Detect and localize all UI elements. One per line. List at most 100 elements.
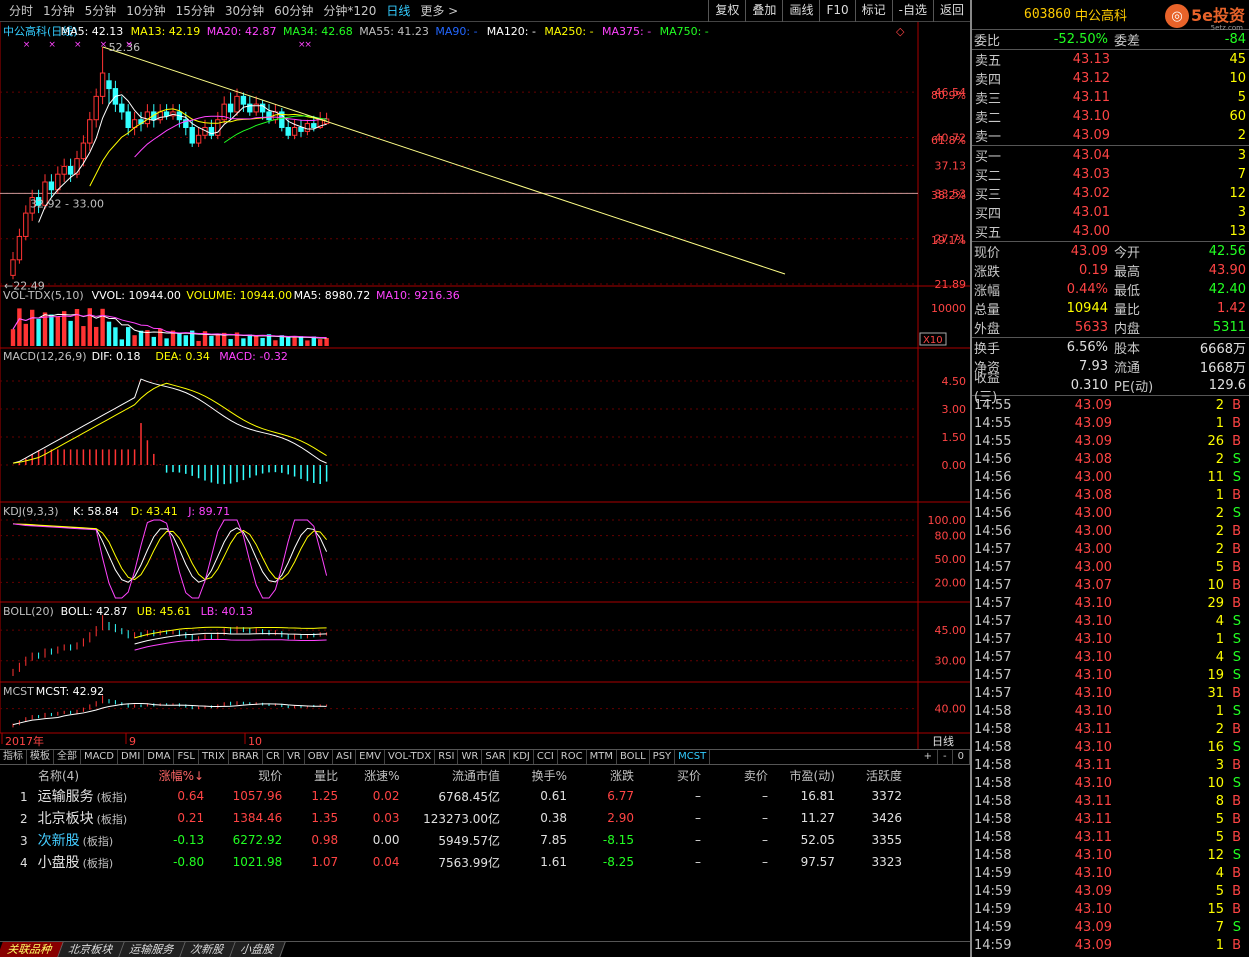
indicator-tab-12[interactable]: ASI — [333, 750, 357, 764]
indicator-tab-17[interactable]: SAR — [482, 750, 510, 764]
tool-button-1[interactable]: 叠加 — [745, 0, 782, 22]
tab-control-0[interactable]: + — [919, 750, 939, 764]
candle-body[interactable] — [93, 95, 99, 121]
candle-body[interactable] — [16, 235, 23, 261]
ask-row-3[interactable]: 卖二 43.10 60 — [972, 107, 1249, 126]
candle-body[interactable] — [163, 111, 170, 117]
candle-body[interactable] — [23, 212, 29, 237]
column-header-5[interactable]: 流通市值 — [408, 765, 508, 785]
candle-body[interactable] — [106, 80, 112, 90]
indicator-tab-4[interactable]: DMI — [118, 750, 145, 764]
indicator-tab-7[interactable]: TRIX — [199, 750, 229, 764]
tool-button-6[interactable]: 返回 — [932, 0, 970, 22]
candle-body[interactable] — [10, 259, 16, 276]
indicator-tab-10[interactable]: VR — [284, 750, 305, 764]
indicator-tab-6[interactable]: FSL — [174, 750, 199, 764]
candle-body[interactable] — [67, 165, 74, 175]
period-0[interactable]: 分时 — [4, 0, 38, 22]
column-header-6[interactable]: 换手% — [508, 765, 575, 785]
candle-body[interactable] — [119, 103, 125, 113]
candle-body[interactable] — [99, 72, 106, 97]
column-header-10[interactable]: 市盈(动) — [776, 765, 843, 785]
bid-row-3[interactable]: 买四 43.01 3 — [972, 203, 1249, 222]
candle-body[interactable] — [61, 165, 67, 175]
table-row[interactable]: 4 小盘股 (板指) -0.80 1021.98 1.07 0.04 7563.99亿 1.61… — [0, 851, 910, 873]
candle-body[interactable] — [87, 119, 93, 144]
candle-body[interactable] — [125, 111, 131, 128]
bid-row-1[interactable]: 买二 43.03 7 — [972, 165, 1249, 184]
indicator-tab-14[interactable]: VOL-TDX — [385, 750, 436, 764]
candle-body[interactable] — [298, 126, 304, 132]
bid-row-0[interactable]: 买一 43.04 3 — [972, 146, 1249, 165]
candle-body[interactable] — [189, 126, 195, 144]
bottom-tab-0[interactable]: 关联品种 — [0, 942, 64, 957]
period-6[interactable]: 60分钟 — [269, 0, 318, 22]
candle-body[interactable] — [291, 126, 298, 136]
candle-body[interactable] — [311, 123, 317, 128]
period-5[interactable]: 30分钟 — [220, 0, 269, 22]
bid-row-2[interactable]: 买三 43.02 12 — [972, 184, 1249, 203]
indicator-tab-19[interactable]: CCI — [534, 750, 558, 764]
table-row[interactable]: 3 次新股 (板指) -0.13 6272.92 0.98 0.00 5949.57亿 7.85… — [0, 829, 910, 851]
period-8[interactable]: 日线 — [381, 0, 415, 22]
period-9[interactable]: 更多 > — [415, 0, 463, 22]
column-header-2[interactable]: 现价 — [212, 765, 290, 785]
candle-body[interactable] — [144, 111, 151, 125]
indicator-tab-13[interactable]: EMV — [356, 750, 385, 764]
kline-chart[interactable]: 中公高科(日线)MA5: 42.13 MA13: 42.19 MA20: 42.87… — [0, 22, 970, 749]
ask-row-0[interactable]: 卖五 43.13 45 — [972, 50, 1249, 69]
column-header-9[interactable]: 卖价 — [709, 765, 776, 785]
indicator-tab-2[interactable]: 全部 — [54, 750, 81, 764]
candle-body[interactable] — [234, 95, 240, 113]
table-row[interactable]: 1 运输服务 (板指) 0.64 1057.96 1.25 0.02 6768.45亿 0.61… — [0, 785, 910, 807]
candle-body[interactable] — [80, 142, 87, 160]
column-header-7[interactable]: 涨跌 — [575, 765, 642, 785]
period-4[interactable]: 15分钟 — [171, 0, 220, 22]
bottom-tab-1[interactable]: 北京板块 — [58, 942, 125, 957]
tab-control-1[interactable]: - — [938, 750, 953, 764]
tool-button-3[interactable]: F10 — [819, 0, 854, 22]
column-header-8[interactable]: 买价 — [642, 765, 709, 785]
indicator-tab-5[interactable]: DMA — [144, 750, 175, 764]
indicator-tab-23[interactable]: PSY — [650, 750, 676, 764]
tool-button-0[interactable]: 复权 — [708, 0, 745, 22]
column-header-4[interactable]: 涨速% — [346, 765, 407, 785]
period-7[interactable]: 分钟*120 — [318, 0, 381, 22]
ask-row-1[interactable]: 卖四 43.12 10 — [972, 69, 1249, 88]
indicator-tab-0[interactable]: 指标 — [0, 750, 27, 764]
indicator-tab-20[interactable]: ROC — [558, 750, 587, 764]
candle-body[interactable] — [304, 123, 311, 132]
candle-body[interactable] — [266, 111, 272, 121]
candle-body[interactable] — [227, 103, 234, 113]
indicator-tab-3[interactable]: MACD — [81, 750, 118, 764]
period-2[interactable]: 5分钟 — [80, 0, 122, 22]
indicator-tab-8[interactable]: BRAR — [229, 750, 263, 764]
tool-button-5[interactable]: -自选 — [891, 0, 933, 22]
indicator-tab-21[interactable]: MTM — [587, 750, 617, 764]
indicator-tab-1[interactable]: 模板 — [27, 750, 54, 764]
period-3[interactable]: 10分钟 — [121, 0, 170, 22]
bottom-tab-2[interactable]: 运输服务 — [119, 942, 186, 957]
kline-chart-area[interactable]: 中公高科(日线) MA5: 42.13 MA13: 42.19 MA20: 42.87… — [0, 22, 970, 749]
candle-body[interactable] — [48, 181, 55, 191]
tool-button-4[interactable]: 标记 — [854, 0, 892, 22]
trend-line[interactable] — [102, 46, 786, 275]
indicator-tab-16[interactable]: WR — [458, 750, 483, 764]
period-1[interactable]: 1分钟 — [38, 0, 80, 22]
table-row[interactable]: 2 北京板块 (板指) 0.21 1384.46 1.35 0.03 123273.00亿 0.… — [0, 807, 910, 829]
bottom-tab-4[interactable]: 小盘股 — [230, 942, 286, 957]
bid-row-4[interactable]: 买五 43.00 13 — [972, 222, 1249, 241]
indicator-tab-11[interactable]: OBV — [305, 750, 333, 764]
tick-list[interactable]: 14:55 43.09 2 B 14:55 43.09 1 B 14:55 43.09 26 B 14:… — [972, 396, 1249, 954]
candle-body[interactable] — [285, 126, 291, 136]
candle-body[interactable] — [240, 95, 247, 105]
indicator-tab-24[interactable]: MCST — [675, 750, 711, 764]
column-header-11[interactable]: 活跃度 — [843, 765, 910, 785]
candle-body[interactable] — [195, 134, 202, 144]
bottom-tab-3[interactable]: 次新股 — [180, 942, 236, 957]
indicator-tab-9[interactable]: CR — [263, 750, 284, 764]
ask-row-2[interactable]: 卖三 43.11 5 — [972, 88, 1249, 107]
indicator-tab-15[interactable]: RSI — [435, 750, 459, 764]
column-header-3[interactable]: 量比 — [290, 765, 346, 785]
column-header-0[interactable]: 名称(4) — [0, 765, 145, 785]
